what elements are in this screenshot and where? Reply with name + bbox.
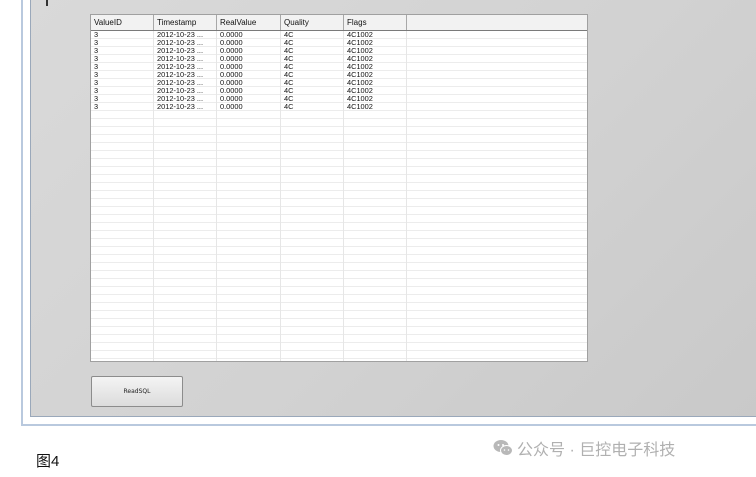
cell-realvalue[interactable]: 0.0000: [217, 39, 281, 47]
cell-realvalue[interactable]: 0.0000: [217, 87, 281, 95]
cell-flags[interactable]: 4C1002: [344, 31, 407, 39]
column-header-quality[interactable]: Quality: [281, 15, 344, 30]
cell-timestamp[interactable]: 2012-10-23 ...: [154, 71, 217, 79]
cell-flags[interactable]: 4C1002: [344, 55, 407, 63]
cell-quality[interactable]: 4C: [281, 95, 344, 103]
table-row[interactable]: 3 2012-10-23 ... 0.0000 4C 4C1002: [91, 55, 587, 63]
cell-realvalue[interactable]: 0.0000: [217, 63, 281, 71]
cell-flags[interactable]: 4C1002: [344, 63, 407, 71]
cell-realvalue[interactable]: 0.0000: [217, 95, 281, 103]
cell-flags[interactable]: 4C1002: [344, 39, 407, 47]
cell-timestamp[interactable]: 2012-10-23 ...: [154, 55, 217, 63]
cell-valueid[interactable]: 3: [91, 103, 154, 111]
data-grid[interactable]: ValueID Timestamp RealValue Quality Flag…: [90, 14, 588, 362]
table-row[interactable]: 3 2012-10-23 ... 0.0000 4C 4C1002: [91, 103, 587, 111]
column-header-flags[interactable]: Flags: [344, 15, 407, 30]
cell-timestamp[interactable]: 2012-10-23 ...: [154, 95, 217, 103]
cell-realvalue[interactable]: 0.0000: [217, 31, 281, 39]
watermark: 公众号 · 巨控电子科技: [493, 436, 675, 460]
cell-realvalue[interactable]: 0.0000: [217, 103, 281, 111]
read-sql-button[interactable]: ReadSQL: [91, 376, 183, 407]
cell-valueid[interactable]: 3: [91, 31, 154, 39]
cell-flags[interactable]: 4C1002: [344, 87, 407, 95]
cell-timestamp[interactable]: 2012-10-23 ...: [154, 63, 217, 71]
cell-flags[interactable]: 4C1002: [344, 47, 407, 55]
cell-timestamp[interactable]: 2012-10-23 ...: [154, 79, 217, 87]
cell-valueid[interactable]: 3: [91, 39, 154, 47]
column-header-realvalue[interactable]: RealValue: [217, 15, 281, 30]
grid-body: 3 2012-10-23 ... 0.0000 4C 4C1002 3 2012-10-23…: [91, 31, 587, 361]
table-row[interactable]: 3 2012-10-23 ... 0.0000 4C 4C1002: [91, 31, 587, 39]
cell-timestamp[interactable]: 2012-10-23 ...: [154, 87, 217, 95]
table-row[interactable]: 3 2012-10-23 ... 0.0000 4C 4C1002: [91, 79, 587, 87]
cell-timestamp[interactable]: 2012-10-23 ...: [154, 47, 217, 55]
cell-quality[interactable]: 4C: [281, 103, 344, 111]
cell-quality[interactable]: 4C: [281, 31, 344, 39]
table-row[interactable]: 3 2012-10-23 ... 0.0000 4C 4C1002: [91, 47, 587, 55]
cell-timestamp[interactable]: 2012-10-23 ...: [154, 103, 217, 111]
cell-valueid[interactable]: 3: [91, 47, 154, 55]
figure-caption: 图4: [36, 453, 60, 470]
cell-valueid[interactable]: 3: [91, 79, 154, 87]
table-row[interactable]: 3 2012-10-23 ... 0.0000 4C 4C1002: [91, 63, 587, 71]
table-row[interactable]: 3 2012-10-23 ... 0.0000 4C 4C1002: [91, 95, 587, 103]
cell-valueid[interactable]: 3: [91, 63, 154, 71]
watermark-text: 公众号 · 巨控电子科技: [517, 442, 676, 459]
cell-valueid[interactable]: 3: [91, 71, 154, 79]
cell-quality[interactable]: 4C: [281, 79, 344, 87]
cell-timestamp[interactable]: 2012-10-23 ...: [154, 39, 217, 47]
cell-quality[interactable]: 4C: [281, 47, 344, 55]
table-row[interactable]: 3 2012-10-23 ... 0.0000 4C 4C1002: [91, 71, 587, 79]
app-window: ValueID Timestamp RealValue Quality Flag…: [21, 0, 756, 426]
cell-quality[interactable]: 4C: [281, 87, 344, 95]
column-header-valueid[interactable]: ValueID: [91, 15, 154, 30]
cell-timestamp[interactable]: 2012-10-23 ...: [154, 31, 217, 39]
wechat-icon: [493, 440, 513, 456]
table-row[interactable]: 3 2012-10-23 ... 0.0000 4C 4C1002: [91, 39, 587, 47]
cell-quality[interactable]: 4C: [281, 39, 344, 47]
grid-header: ValueID Timestamp RealValue Quality Flag…: [91, 15, 587, 31]
cell-realvalue[interactable]: 0.0000: [217, 55, 281, 63]
cell-realvalue[interactable]: 0.0000: [217, 79, 281, 87]
cell-valueid[interactable]: 3: [91, 95, 154, 103]
cell-valueid[interactable]: 3: [91, 55, 154, 63]
table-row[interactable]: 3 2012-10-23 ... 0.0000 4C 4C1002: [91, 87, 587, 95]
cell-quality[interactable]: 4C: [281, 71, 344, 79]
cell-quality[interactable]: 4C: [281, 63, 344, 71]
cell-realvalue[interactable]: 0.0000: [217, 47, 281, 55]
cell-realvalue[interactable]: 0.0000: [217, 71, 281, 79]
client-edge-mark: [46, 0, 48, 6]
cell-flags[interactable]: 4C1002: [344, 79, 407, 87]
column-header-timestamp[interactable]: Timestamp: [154, 15, 217, 30]
form-client-area: ValueID Timestamp RealValue Quality Flag…: [30, 0, 756, 417]
cell-valueid[interactable]: 3: [91, 87, 154, 95]
cell-flags[interactable]: 4C1002: [344, 95, 407, 103]
cell-flags[interactable]: 4C1002: [344, 103, 407, 111]
cell-quality[interactable]: 4C: [281, 55, 344, 63]
cell-flags[interactable]: 4C1002: [344, 71, 407, 79]
